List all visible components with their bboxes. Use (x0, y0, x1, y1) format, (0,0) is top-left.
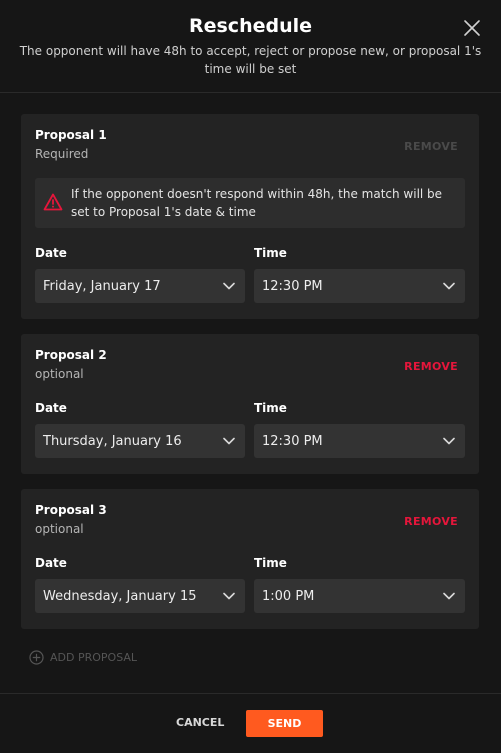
time-select[interactable]: 12:30 PM (254, 269, 465, 303)
modal-title: Reschedule (188, 15, 313, 37)
proposal-title: Proposal 2 (35, 348, 107, 362)
remove-button[interactable]: REMOVE (404, 360, 458, 373)
proposal-card-2: Proposal 2 optional REMOVE Date Time Thu… (21, 334, 479, 474)
warning-triangle-icon (43, 193, 63, 211)
send-button[interactable]: SEND (246, 710, 323, 737)
proposal-title: Proposal 3 (35, 503, 107, 517)
remove-button[interactable]: REMOVE (404, 515, 458, 528)
chevron-down-icon (443, 592, 455, 600)
time-label: Time (254, 556, 287, 570)
proposal-card-3: Proposal 3 optional REMOVE Date Time Wed… (21, 489, 479, 629)
modal-header: Reschedule The opponent will have 48h to… (0, 0, 501, 93)
cancel-button[interactable]: CANCEL (176, 716, 224, 729)
date-label: Date (35, 246, 67, 260)
time-label: Time (254, 246, 287, 260)
modal-content: Proposal 1 Required REMOVE If the oppone… (0, 94, 501, 694)
date-value: Wednesday, January 15 (43, 589, 197, 604)
proposal-title: Proposal 1 (35, 128, 107, 142)
time-label: Time (254, 401, 287, 415)
proposal-subtitle: optional (35, 367, 84, 381)
reschedule-modal: Reschedule The opponent will have 48h to… (0, 0, 501, 753)
chevron-down-icon (443, 437, 455, 445)
time-value: 12:30 PM (262, 434, 323, 449)
date-label: Date (35, 556, 67, 570)
chevron-down-icon (223, 437, 235, 445)
plus-circle-icon (29, 650, 44, 665)
close-icon (464, 20, 480, 36)
add-proposal-label: ADD PROPOSAL (50, 651, 138, 664)
chevron-down-icon (223, 592, 235, 600)
date-value: Friday, January 17 (43, 279, 161, 294)
chevron-down-icon (443, 282, 455, 290)
date-select[interactable]: Wednesday, January 15 (35, 579, 245, 613)
date-select[interactable]: Thursday, January 16 (35, 424, 245, 458)
time-select[interactable]: 12:30 PM (254, 424, 465, 458)
chevron-down-icon (223, 282, 235, 290)
modal-footer: CANCEL SEND (0, 693, 501, 753)
proposal-subtitle: Required (35, 147, 89, 161)
proposal-card-1: Proposal 1 Required REMOVE If the oppone… (21, 114, 479, 319)
time-value: 1:00 PM (262, 589, 315, 604)
date-value: Thursday, January 16 (43, 434, 182, 449)
time-value: 12:30 PM (262, 279, 323, 294)
time-select[interactable]: 1:00 PM (254, 579, 465, 613)
date-label: Date (35, 401, 67, 415)
proposal-subtitle: optional (35, 522, 84, 536)
warning-banner: If the opponent doesn't respond within 4… (35, 178, 465, 228)
remove-button[interactable]: REMOVE (404, 140, 458, 153)
close-button[interactable] (462, 18, 482, 38)
warning-text: If the opponent doesn't respond within 4… (71, 187, 443, 219)
modal-subtitle: The opponent will have 48h to accept, re… (19, 44, 482, 76)
date-select[interactable]: Friday, January 17 (35, 269, 245, 303)
